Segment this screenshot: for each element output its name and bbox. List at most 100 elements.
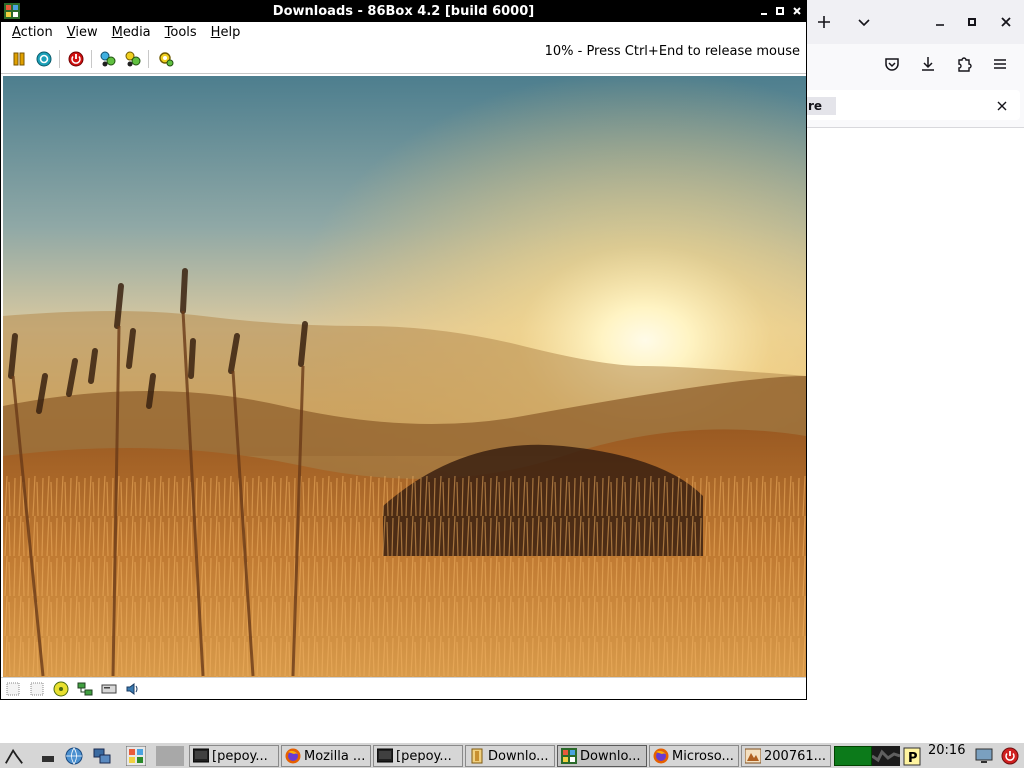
ctrl-alt-del-icon (100, 51, 116, 67)
find-input-box[interactable] (806, 90, 1020, 120)
toolbar-separator (91, 50, 92, 68)
network-graph-icon (871, 749, 901, 763)
network-status[interactable] (77, 681, 93, 697)
hard-reset-button[interactable] (33, 48, 55, 70)
taskbar-clock[interactable]: 20:16 (928, 743, 965, 768)
logout-button[interactable] (1000, 746, 1020, 766)
find-bar: re (806, 84, 1024, 128)
app-menu-button[interactable] (988, 52, 1012, 76)
downloads-button[interactable] (916, 52, 940, 76)
desktop: re Downloads - 86Box 4.2 [build 6000] Ac… (0, 0, 1024, 768)
minimize-all-button[interactable] (38, 746, 58, 766)
window-minimize-button[interactable] (757, 4, 771, 18)
workspace-switcher[interactable] (156, 746, 184, 766)
image-viewer-icon (745, 748, 761, 764)
menu-action-label: ction (20, 25, 53, 40)
desktop-icon (42, 756, 54, 762)
window-title: Downloads - 86Box 4.2 [build 6000] (272, 4, 535, 19)
window-titlebar[interactable]: Downloads - 86Box 4.2 [build 6000] (1, 1, 806, 22)
pause-icon (13, 52, 25, 66)
browser-minimize-button[interactable] (928, 10, 952, 34)
menu-tools[interactable]: Tools (158, 22, 204, 44)
close-icon (793, 7, 801, 15)
power-button[interactable] (65, 48, 87, 70)
settings-icon (159, 52, 174, 67)
chevron-down-icon (858, 19, 870, 27)
menu-view[interactable]: View (60, 22, 105, 44)
cdrom-status[interactable] (53, 681, 69, 697)
toolbar-separator (148, 50, 149, 68)
emulator-screen[interactable] (3, 76, 806, 677)
pause-button[interactable] (8, 48, 30, 70)
web-browser-launcher[interactable] (64, 746, 84, 766)
floppy-a-icon (6, 682, 20, 696)
find-bar-close-button[interactable] (992, 96, 1012, 116)
window-close-button[interactable] (790, 4, 804, 18)
maximize-icon (968, 18, 976, 26)
ctrl-alt-esc-button[interactable] (122, 48, 144, 70)
taskbar-button-image-viewer[interactable]: 200761... (741, 745, 831, 767)
floppy-a-status[interactable] (5, 681, 21, 697)
start-menu-icon (5, 748, 23, 764)
find-input-text[interactable]: re (806, 97, 836, 115)
taskbar-button-mozilla[interactable]: Mozilla ... (281, 745, 371, 767)
minimize-icon (761, 13, 767, 15)
menu-help-mnemonic: H (210, 25, 221, 40)
close-icon (1001, 17, 1011, 27)
menu-media[interactable]: Media (105, 22, 158, 44)
start-menu-button[interactable] (4, 746, 24, 766)
close-icon (997, 101, 1007, 111)
terminal-icon (193, 748, 209, 763)
windows-icon (93, 748, 111, 764)
browser-close-button[interactable] (994, 10, 1018, 34)
86box-icon (126, 746, 146, 766)
taskbar-button-terminal-2[interactable]: [pepoy... (373, 745, 463, 767)
taskbar-button-86box[interactable]: Downlo... (557, 745, 647, 767)
taskbar-button-downloads-folder[interactable]: Downlo... (465, 745, 555, 767)
browser-navbar (806, 44, 1024, 84)
new-tab-button[interactable] (812, 10, 836, 34)
taskbar-button-label: [pepoy... (396, 748, 452, 764)
svg-text:P: P (908, 751, 918, 766)
sound-icon (126, 683, 138, 695)
86box-window: Downloads - 86Box 4.2 [build 6000] Actio… (0, 0, 807, 700)
folder-icon (471, 748, 483, 764)
browser-maximize-button[interactable] (960, 10, 984, 34)
86box-icon (561, 748, 577, 764)
menu-help[interactable]: Help (204, 22, 248, 44)
settings-button[interactable] (155, 48, 177, 70)
ctrl-alt-del-button[interactable] (97, 48, 119, 70)
86box-launcher[interactable] (122, 746, 150, 766)
cdrom-icon (53, 681, 69, 697)
display-tray-button[interactable] (974, 746, 994, 766)
menu-view-label: iew (75, 25, 98, 40)
floppy-b-icon (30, 682, 44, 696)
floppy-b-status[interactable] (29, 681, 45, 697)
network-monitor (871, 746, 901, 766)
taskbar: [pepoy... Mozilla ... [pepoy... Downlo..… (0, 742, 1024, 768)
terminal-icon (377, 748, 393, 763)
pocket-button[interactable] (880, 52, 904, 76)
taskbar-button-terminal-1[interactable]: [pepoy... (189, 745, 279, 767)
list-all-tabs-button[interactable] (852, 10, 876, 34)
power-icon (1001, 747, 1019, 765)
clipboard-tray-button[interactable]: P (902, 746, 922, 766)
window-maximize-button[interactable] (773, 4, 787, 18)
toolbar: 10% - Press Ctrl+End to release mouse (1, 44, 806, 74)
menu-action-mnemonic: A (12, 25, 21, 40)
sound-status[interactable] (125, 681, 141, 697)
taskbar-button-label: Downlo... (488, 748, 549, 764)
toolbar-separator (59, 50, 60, 68)
monitor-icon (975, 748, 993, 763)
power-icon (68, 51, 84, 67)
taskbar-button-label: Downlo... (580, 748, 641, 764)
menu-action[interactable]: Action (5, 22, 60, 44)
extensions-button[interactable] (952, 52, 976, 76)
minimize-icon (936, 24, 944, 26)
hdd-status[interactable] (101, 681, 117, 697)
puzzle-icon (958, 57, 972, 72)
menu-help-label: elp (220, 25, 241, 40)
file-manager-launcher[interactable] (92, 746, 112, 766)
taskbar-button-microsoft[interactable]: Microso... (649, 745, 739, 767)
globe-icon (65, 747, 83, 765)
